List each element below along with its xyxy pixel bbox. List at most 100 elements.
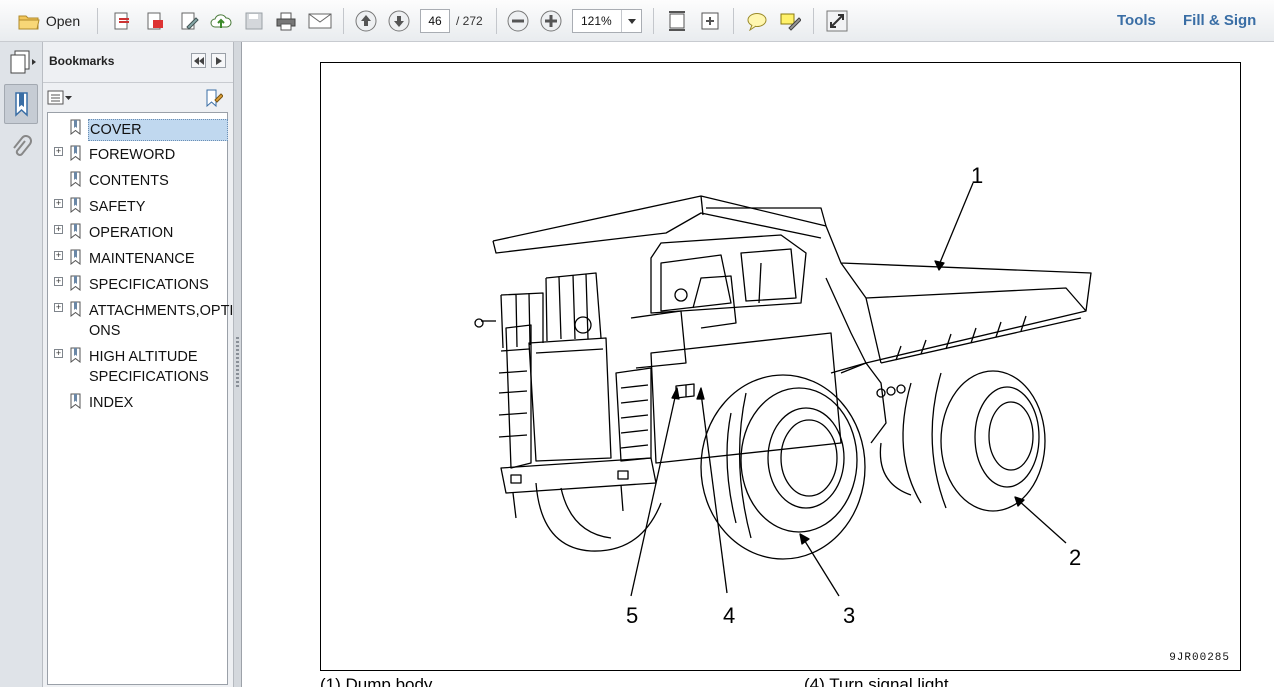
toolbar-separator [813, 8, 814, 34]
zoom-in-button[interactable] [538, 8, 564, 34]
highlighter-icon [780, 13, 801, 31]
zoom-select[interactable]: 121% [572, 9, 642, 33]
printer-icon [276, 12, 296, 31]
tools-link[interactable]: Tools [1117, 12, 1156, 29]
bookmark-item[interactable]: + ATTACHMENTS,OPTI ONS [48, 299, 234, 345]
arrow-up-circle-icon [355, 10, 377, 32]
page-number-input[interactable]: 46 [420, 9, 450, 33]
envelope-icon [308, 13, 332, 29]
bookmark-label: SPECIFICATIONS [89, 277, 209, 293]
bookmark-icon [70, 347, 81, 363]
create-pdf-button[interactable] [109, 8, 135, 34]
toolbar-separator [653, 8, 654, 34]
print-button[interactable] [273, 8, 299, 34]
double-chevron-left-icon [193, 56, 204, 65]
caption-turn-signal: (4) Turn signal light [804, 675, 949, 687]
next-page-button[interactable] [386, 8, 412, 34]
toolbar-separator [733, 8, 734, 34]
bookmarks-toolbar [43, 82, 233, 112]
folder-icon [18, 15, 40, 30]
edit-pdf-icon [181, 12, 199, 30]
upload-button[interactable] [208, 8, 234, 34]
expand-toggle-icon[interactable]: + [54, 303, 63, 312]
open-button[interactable]: Open [8, 8, 90, 34]
fit-page-icon [669, 11, 685, 31]
full-screen-button[interactable] [823, 8, 851, 34]
plus-circle-icon [540, 10, 562, 32]
edit-pdf-button[interactable] [176, 8, 202, 34]
bookmark-label: INDEX [89, 395, 134, 411]
callout-3: 3 [843, 603, 855, 628]
panel-splitter[interactable] [233, 42, 242, 687]
export-pdf-button[interactable] [142, 8, 168, 34]
export-pdf-icon [147, 12, 163, 30]
bookmark-options-button[interactable] [47, 89, 73, 107]
bookmark-label: MAINTENANCE [89, 251, 195, 267]
panel-title: Bookmarks [49, 54, 115, 68]
bookmark-label: SAFETY [89, 199, 146, 215]
expand-toggle-icon[interactable]: + [54, 251, 63, 260]
callout-4: 4 [723, 603, 735, 628]
collapse-panel-button[interactable] [191, 53, 206, 68]
create-pdf-icon [114, 12, 129, 30]
expand-toggle-icon[interactable]: + [54, 147, 63, 156]
floppy-disk-icon [245, 12, 263, 30]
email-button[interactable] [306, 8, 334, 34]
new-bookmark-icon [206, 89, 223, 108]
bookmark-icon [70, 393, 81, 409]
expand-toggle-icon[interactable]: + [54, 349, 63, 358]
comment-button[interactable] [743, 8, 771, 34]
bookmark-item[interactable]: + FOREWORD [48, 143, 228, 169]
figure-frame: 1 2 3 4 5 9JR00285 [320, 62, 1241, 671]
expand-arrows-icon [701, 12, 719, 30]
highlight-button[interactable] [776, 8, 804, 34]
expand-panel-button[interactable] [211, 53, 226, 68]
fit-page-button[interactable] [664, 8, 690, 34]
bookmarks-button[interactable] [4, 84, 38, 124]
chevron-down-icon[interactable] [621, 10, 641, 32]
bookmark-tree: COVER + FOREWORD CONTENTS + SAFETY + OPERATION +… [47, 112, 234, 685]
bookmarks-panel: Bookmarks COVER + FOREWORD CONTENTS + SAFETY +… [43, 42, 233, 687]
bookmark-icon [70, 171, 81, 187]
expand-toggle-icon[interactable]: + [54, 199, 63, 208]
zoom-out-button[interactable] [505, 8, 531, 34]
expand-toggle-icon[interactable]: + [54, 225, 63, 234]
chevron-right-icon [215, 56, 222, 65]
navigation-rail [0, 42, 43, 687]
bookmark-label: HIGH ALTITUDE SPECIFICATIONS [89, 349, 209, 385]
bookmark-item[interactable]: + SPECIFICATIONS [48, 273, 228, 299]
main-toolbar: Open 46 / 272 121% Tools Fill & Sign [0, 0, 1274, 42]
bookmark-item[interactable]: INDEX [48, 391, 228, 417]
save-button[interactable] [241, 8, 267, 34]
bookmark-item[interactable]: + SAFETY [48, 195, 228, 221]
bookmark-label: OPERATION [89, 225, 174, 241]
zoom-value: 121% [581, 14, 612, 28]
callout-5: 5 [626, 603, 638, 628]
options-list-icon [47, 90, 72, 105]
callout-1: 1 [971, 163, 983, 188]
bookmark-icon [70, 197, 81, 213]
callout-2: 2 [1069, 545, 1081, 570]
toolbar-separator [97, 8, 98, 34]
bookmark-item[interactable]: + HIGH ALTITUDE SPECIFICATIONS [48, 345, 228, 391]
page-total: / 272 [456, 14, 483, 28]
bookmark-item[interactable]: + MAINTENANCE [48, 247, 228, 273]
bookmark-icon [70, 249, 81, 265]
bookmark-item[interactable]: CONTENTS [48, 169, 228, 195]
attachments-button[interactable] [4, 128, 38, 168]
bookmark-item[interactable]: + OPERATION [48, 221, 228, 247]
toolbar-separator [343, 8, 344, 34]
panel-header: Bookmarks [43, 42, 233, 82]
fit-width-button[interactable] [697, 8, 723, 34]
expand-toggle-icon[interactable]: + [54, 277, 63, 286]
previous-page-button[interactable] [353, 8, 379, 34]
bookmark-item[interactable]: COVER [48, 117, 228, 143]
bookmark-label: ATTACHMENTS,OPTI ONS [89, 303, 234, 339]
figure-code: 9JR00285 [1169, 652, 1230, 664]
page-thumbnails-button[interactable] [4, 42, 38, 82]
bookmark-icon [70, 275, 81, 291]
grip-handle[interactable] [236, 337, 239, 387]
document-view[interactable]: 1 2 3 4 5 9JR00285 (1) Dump body (4) Tur… [242, 42, 1274, 687]
fill-sign-link[interactable]: Fill & Sign [1183, 12, 1256, 29]
new-bookmark-button[interactable] [203, 88, 223, 108]
